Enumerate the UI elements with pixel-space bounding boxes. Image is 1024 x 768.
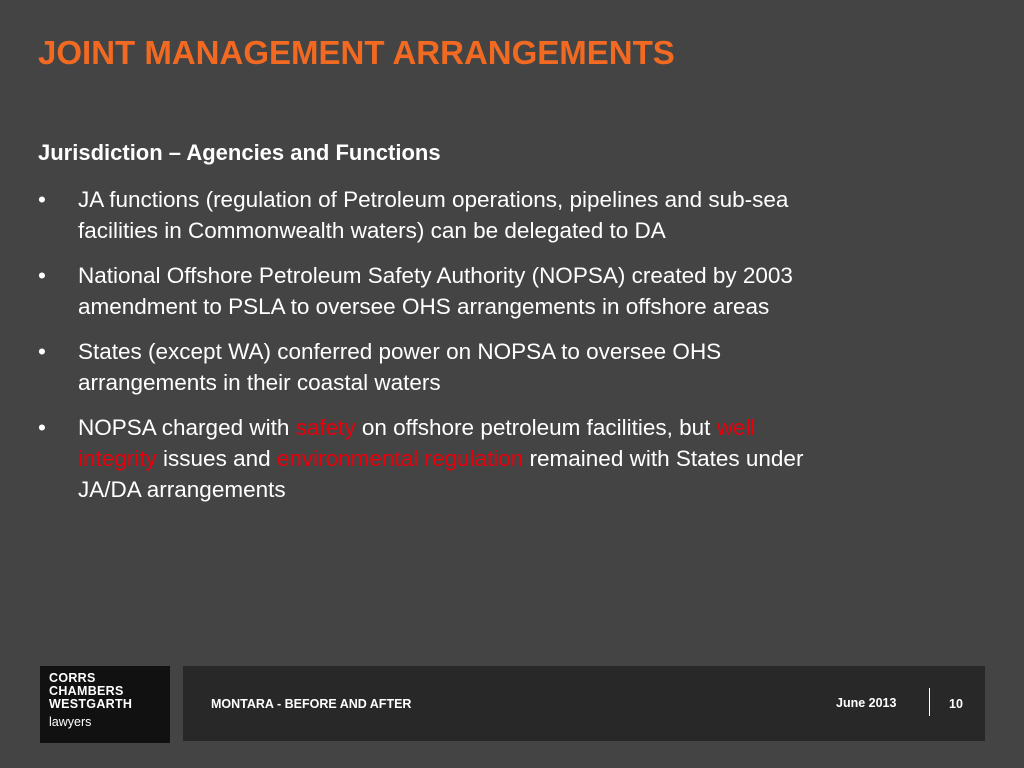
bullet-marker: • bbox=[38, 339, 46, 364]
text-segment: on offshore petroleum facilities, but bbox=[355, 415, 717, 440]
page-number: 10 bbox=[949, 697, 963, 711]
bullet-list: • JA functions (regulation of Petroleum … bbox=[38, 184, 808, 519]
bullet-text: States (except WA) conferred power on NO… bbox=[78, 339, 722, 395]
bullet-text: NOPSA charged with safety on offshore pe… bbox=[78, 415, 803, 502]
footer-bar: MONTARA - BEFORE AND AFTER June 2013 10 bbox=[183, 666, 985, 741]
footer-presentation-title: MONTARA - BEFORE AND AFTER bbox=[211, 697, 412, 711]
footer-divider bbox=[929, 688, 930, 716]
bullet-item: • National Offshore Petroleum Safety Aut… bbox=[38, 260, 808, 322]
highlight-environmental-regulation: environmental regulation bbox=[276, 446, 524, 471]
bullet-marker: • bbox=[38, 187, 46, 212]
logo-line: WESTGARTH bbox=[49, 697, 133, 711]
bullet-marker: • bbox=[38, 263, 46, 288]
text-segment: issues and bbox=[156, 446, 277, 471]
bullet-item: • NOPSA charged with safety on offshore … bbox=[38, 412, 808, 505]
logo-tagline: lawyers bbox=[49, 715, 92, 729]
bullet-text: National Offshore Petroleum Safety Autho… bbox=[78, 263, 793, 319]
company-logo: CORRS CHAMBERS WESTGARTH lawyers bbox=[40, 666, 170, 743]
bullet-text: JA functions (regulation of Petroleum op… bbox=[78, 187, 789, 243]
footer-date: June 2013 bbox=[836, 696, 897, 710]
slide-title: JOINT MANAGEMENT ARRANGEMENTS bbox=[38, 34, 675, 71]
section-subheading: Jurisdiction – Agencies and Functions bbox=[38, 140, 441, 165]
text-segment: NOPSA charged with bbox=[78, 415, 296, 440]
highlight-safety: safety bbox=[295, 415, 356, 440]
bullet-marker: • bbox=[38, 415, 46, 440]
bullet-item: • States (except WA) conferred power on … bbox=[38, 336, 808, 398]
bullet-item: • JA functions (regulation of Petroleum … bbox=[38, 184, 808, 246]
